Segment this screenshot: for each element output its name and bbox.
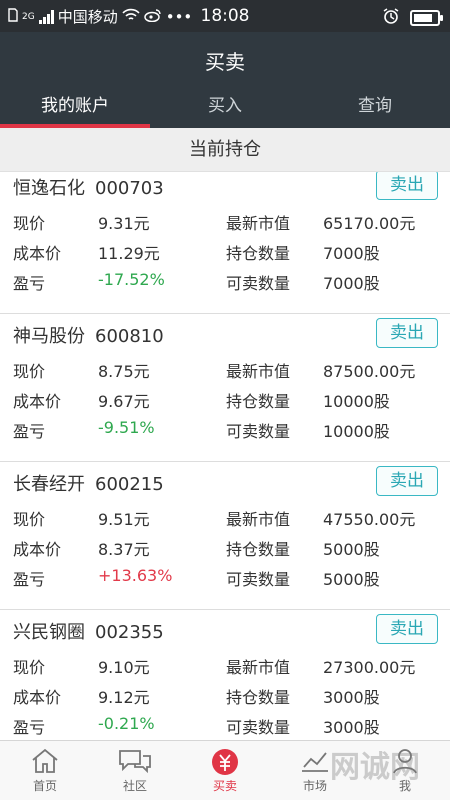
stock-title: 长春经开 600215	[13, 470, 164, 496]
cost-value: 8.37元	[98, 540, 150, 559]
price-label: 现价	[13, 510, 46, 529]
bottom-nav: 首页 社区 买卖 市场 我	[0, 740, 450, 800]
position-card: 兴民钢圈 002355 卖出 现价 9.10元 最新市值 27300.00元 成本…	[0, 610, 450, 740]
market-value-value: 47550.00元	[323, 510, 416, 529]
price-value: 9.31元	[98, 214, 150, 233]
market-value-value: 87500.00元	[323, 362, 416, 381]
stock-title: 兴民钢圈 002355	[13, 618, 164, 644]
hold-qty-label: 持仓数量	[226, 244, 291, 263]
nav-label: 我	[398, 779, 411, 793]
market-value-label: 最新市值	[226, 214, 291, 233]
pnl-label: 盈亏	[13, 274, 46, 293]
hold-qty-value: 5000股	[323, 540, 380, 559]
pnl-label: 盈亏	[13, 718, 46, 737]
status-bar: 2G 中国移动 ••• 18:08	[0, 0, 450, 32]
pnl-label: 盈亏	[13, 570, 46, 589]
nav-market[interactable]: 市场	[270, 741, 360, 800]
positions-list[interactable]: 恒逸石化 000703 卖出 现价 9.31元 最新市值 65170.00元 成本…	[0, 172, 450, 740]
stock-name: 恒逸石化	[13, 178, 85, 199]
tab-bar: 我的账户 买入 查询	[0, 88, 450, 128]
pnl-value: -9.51%	[98, 418, 155, 437]
stock-name: 长春经开	[13, 474, 85, 495]
stock-code: 000703	[95, 178, 164, 199]
nav-label: 买卖	[212, 779, 237, 793]
tab-query[interactable]: 查询	[300, 88, 450, 128]
nav-label: 首页	[32, 779, 57, 793]
cost-value: 11.29元	[98, 244, 160, 263]
cost-label: 成本价	[13, 244, 62, 263]
nav-home[interactable]: 首页	[0, 741, 90, 800]
sell-qty-label: 可卖数量	[226, 570, 291, 589]
stock-name: 兴民钢圈	[13, 622, 85, 643]
market-value-label: 最新市值	[226, 658, 291, 677]
hold-qty-label: 持仓数量	[226, 392, 291, 411]
stock-name: 神马股份	[13, 326, 85, 347]
tab-buy[interactable]: 买入	[150, 88, 300, 128]
hold-qty-label: 持仓数量	[226, 688, 291, 707]
battery-icon	[410, 10, 443, 26]
market-value-label: 最新市值	[226, 510, 291, 529]
sell-qty-value: 5000股	[323, 570, 380, 589]
price-label: 现价	[13, 214, 46, 233]
sell-button[interactable]: 卖出	[376, 614, 438, 644]
tab-my-account[interactable]: 我的账户	[0, 88, 150, 128]
hold-qty-value: 10000股	[323, 392, 390, 411]
sell-button[interactable]: 卖出	[376, 466, 438, 496]
nav-community[interactable]: 社区	[90, 741, 180, 800]
pnl-value: +13.63%	[98, 566, 173, 585]
app-header: 买卖 我的账户 买入 查询	[0, 32, 450, 128]
market-value-value: 27300.00元	[323, 658, 416, 677]
nav-trade[interactable]: 买卖	[180, 741, 270, 800]
market-value-value: 65170.00元	[323, 214, 416, 233]
nav-label: 社区	[122, 779, 147, 793]
hold-qty-label: 持仓数量	[226, 540, 291, 559]
sell-qty-label: 可卖数量	[226, 422, 291, 441]
stock-code: 002355	[95, 622, 164, 643]
position-card: 长春经开 600215 卖出 现价 9.51元 最新市值 47550.00元 成本…	[0, 462, 450, 610]
user-icon	[390, 747, 420, 779]
sell-qty-value: 3000股	[323, 718, 380, 737]
price-label: 现价	[13, 362, 46, 381]
sell-qty-label: 可卖数量	[226, 718, 291, 737]
home-icon	[30, 747, 60, 779]
sell-button[interactable]: 卖出	[376, 172, 438, 200]
price-value: 9.10元	[98, 658, 150, 677]
pnl-value: -17.52%	[98, 270, 165, 289]
pnl-value: -0.21%	[98, 714, 155, 733]
cost-value: 9.12元	[98, 688, 150, 707]
stock-code: 600810	[95, 326, 164, 347]
market-value-label: 最新市值	[226, 362, 291, 381]
cost-label: 成本价	[13, 392, 62, 411]
sell-button[interactable]: 卖出	[376, 318, 438, 348]
position-card: 神马股份 600810 卖出 现价 8.75元 最新市值 87500.00元 成本…	[0, 314, 450, 462]
position-card: 恒逸石化 000703 卖出 现价 9.31元 最新市值 65170.00元 成本…	[0, 172, 450, 314]
chat-icon	[117, 747, 153, 779]
stock-title: 神马股份 600810	[13, 322, 164, 348]
price-label: 现价	[13, 658, 46, 677]
cost-value: 9.67元	[98, 392, 150, 411]
hold-qty-value: 7000股	[323, 244, 380, 263]
pnl-label: 盈亏	[13, 422, 46, 441]
hold-qty-value: 3000股	[323, 688, 380, 707]
stock-title: 恒逸石化 000703	[13, 174, 164, 200]
stock-code: 600215	[95, 474, 164, 495]
cost-label: 成本价	[13, 540, 62, 559]
cost-label: 成本价	[13, 688, 62, 707]
nav-label: 市场	[302, 779, 327, 793]
sell-qty-value: 7000股	[323, 274, 380, 293]
page-title: 买卖	[205, 50, 245, 74]
section-title: 当前持仓	[0, 128, 450, 172]
price-value: 8.75元	[98, 362, 150, 381]
market-icon	[299, 747, 331, 779]
sell-qty-label: 可卖数量	[226, 274, 291, 293]
nav-me[interactable]: 我	[360, 741, 450, 800]
sell-qty-value: 10000股	[323, 422, 390, 441]
trade-icon	[210, 747, 240, 781]
price-value: 9.51元	[98, 510, 150, 529]
alarm-icon	[382, 7, 400, 29]
